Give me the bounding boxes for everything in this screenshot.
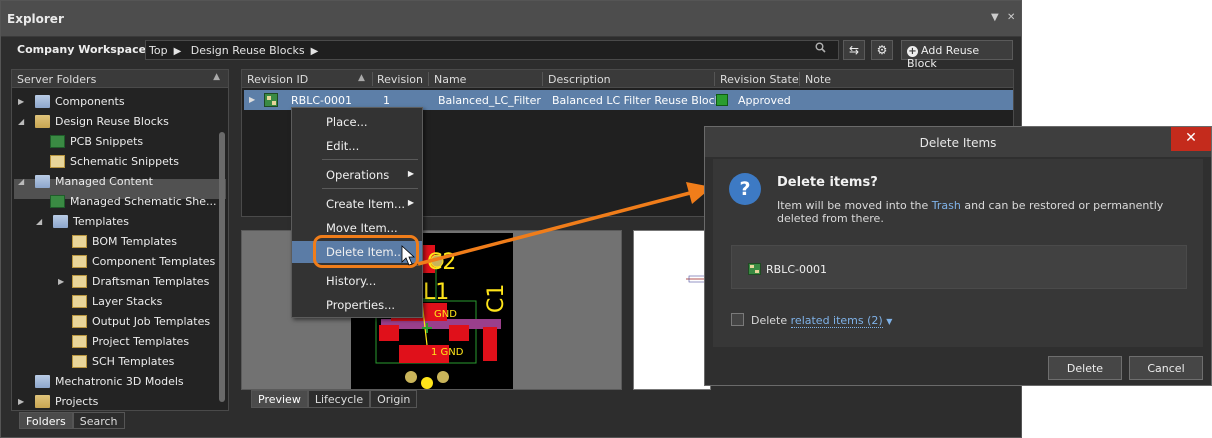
checkbox-text: Delete bbox=[751, 314, 791, 327]
delete-button[interactable]: Delete bbox=[1048, 356, 1122, 380]
delete-related-checkbox[interactable] bbox=[731, 313, 744, 326]
list-item: RBLC-0001 bbox=[766, 263, 827, 276]
question-icon: ? bbox=[729, 173, 761, 205]
chevron-down-icon[interactable]: ▼ bbox=[886, 317, 892, 326]
dialog-title: Delete Items bbox=[919, 136, 997, 150]
reuse-block-icon bbox=[748, 263, 761, 275]
close-icon: ✕ bbox=[1185, 130, 1197, 146]
mouse-cursor-icon bbox=[401, 245, 416, 266]
screen: Explorer ▼ ✕ Company Workspace ▼ Top▶ De… bbox=[0, 0, 1212, 438]
trash-link[interactable]: Trash bbox=[932, 199, 961, 212]
delete-related-label: Delete related items (2) ▼ bbox=[751, 314, 892, 328]
related-items-link[interactable]: related items (2) bbox=[790, 314, 883, 328]
delete-items-dialog: Delete Items ✕ ? Delete items? Item will… bbox=[704, 126, 1212, 386]
dialog-close-button[interactable]: ✕ bbox=[1171, 127, 1211, 151]
message-text: Item will be moved into the bbox=[777, 199, 932, 212]
item-list: RBLC-0001 bbox=[731, 245, 1187, 289]
dialog-message: Item will be moved into the Trash and ca… bbox=[777, 199, 1193, 225]
dialog-body: ? Delete items? Item will be moved into … bbox=[713, 159, 1203, 347]
cancel-button[interactable]: Cancel bbox=[1129, 356, 1203, 380]
dialog-heading: Delete items? bbox=[777, 175, 878, 190]
dialog-titlebar: Delete Items ✕ bbox=[705, 127, 1211, 157]
